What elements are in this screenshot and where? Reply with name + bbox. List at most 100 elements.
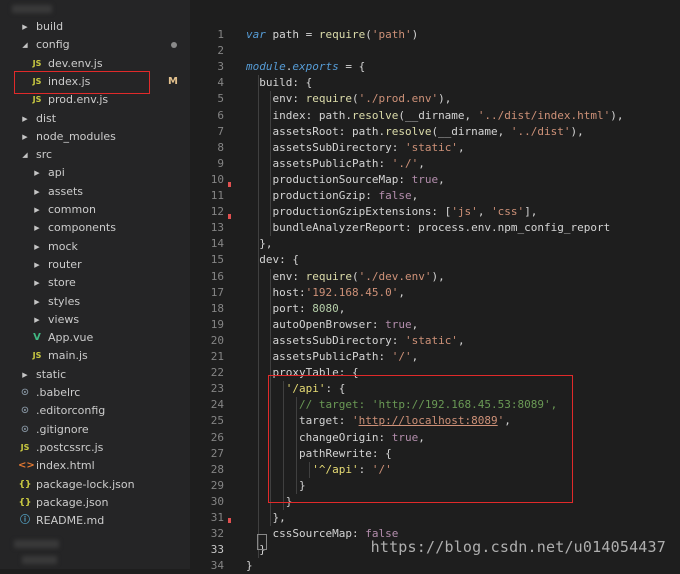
tree-item-dev-env-js[interactable]: JS dev.env.js: [0, 55, 190, 73]
line-number: 10: [210, 172, 224, 186]
code-token: ),: [438, 92, 452, 106]
tree-item-build[interactable]: ▶ build: [0, 18, 190, 36]
code-token: '192.168.45.0': [305, 285, 399, 299]
json-file-icon: {}: [18, 497, 32, 508]
tree-item-editorconfig[interactable]: ⊙ .editorconfig: [0, 402, 190, 420]
chevron-right-icon[interactable]: ▶: [32, 201, 42, 219]
chevron-right-icon[interactable]: ▶: [20, 128, 30, 146]
line-number: 4: [217, 76, 224, 90]
code-token: (__dirname,: [431, 124, 511, 138]
tree-item-config[interactable]: ◢ config: [0, 36, 190, 54]
cursor-bracket-match: [257, 534, 267, 550]
chevron-right-icon[interactable]: ▶: [32, 183, 42, 201]
tree-item-app-vue[interactable]: V App.vue: [0, 329, 190, 347]
chevron-right-icon[interactable]: ▶: [32, 274, 42, 292]
chevron-down-icon[interactable]: ◢: [20, 36, 30, 54]
code-line[interactable]: env: require('./prod.env'),: [246, 91, 451, 107]
chevron-right-icon[interactable]: ▶: [32, 293, 42, 311]
tree-item-dist[interactable]: ▶ dist: [0, 110, 190, 128]
tree-item-static[interactable]: ▶ static: [0, 366, 190, 384]
line-number: 8: [217, 140, 224, 154]
tree-item-assets[interactable]: ▶ assets: [0, 183, 190, 201]
code-line[interactable]: build: {: [246, 75, 312, 91]
code-token: port:: [246, 301, 313, 315]
tree-item-prod-env-js[interactable]: JS prod.env.js: [0, 91, 190, 109]
tree-item-views[interactable]: ▶ views: [0, 311, 190, 329]
code-token: ,: [457, 140, 465, 154]
line-number: 28: [210, 462, 224, 476]
tree-item-index-html[interactable]: <> index.html: [0, 457, 190, 475]
chevron-right-icon[interactable]: ▶: [32, 238, 42, 256]
code-line[interactable]: },: [246, 236, 273, 252]
code-line[interactable]: var path = require('path'): [246, 27, 418, 43]
line-number: 16: [210, 269, 224, 283]
code-line[interactable]: assetsSubDirectory: 'static',: [246, 140, 465, 156]
code-token: 8080: [312, 301, 339, 315]
code-line[interactable]: env: require('./dev.env'),: [246, 269, 444, 285]
tree-item-styles[interactable]: ▶ styles: [0, 293, 190, 311]
error-marker: [228, 214, 231, 219]
chevron-right-icon[interactable]: ▶: [32, 164, 42, 182]
code-line[interactable]: assetsRoot: path.resolve(__dirname, '../…: [246, 124, 583, 140]
line-number: 2: [217, 44, 224, 58]
tree-item-store[interactable]: ▶ store: [0, 274, 190, 292]
tree-item-main-js[interactable]: JS main.js: [0, 347, 190, 365]
tree-item-node-modules[interactable]: ▶ node_modules: [0, 128, 190, 146]
code-line[interactable]: },: [246, 510, 285, 526]
code-line[interactable]: autoOpenBrowser: true,: [246, 317, 418, 333]
tree-item-src[interactable]: ◢ src: [0, 146, 190, 164]
tree-item-babelrc[interactable]: ⊙ .babelrc: [0, 384, 190, 402]
code-line[interactable]: dev: {: [246, 252, 299, 268]
code-token: },: [246, 237, 273, 251]
line-number: 23: [210, 382, 224, 396]
tree-item-package-json[interactable]: {} package.json: [0, 494, 190, 512]
code-line[interactable]: }: [246, 558, 253, 574]
code-line[interactable]: index: path.resolve(__dirname, '../dist/…: [246, 108, 623, 124]
tree-item-gitignore[interactable]: ⊙ .gitignore: [0, 421, 190, 439]
tree-item-common[interactable]: ▶ common: [0, 201, 190, 219]
code-line[interactable]: productionSourceMap: true,: [246, 172, 444, 188]
code-line[interactable]: port: 8080,: [246, 301, 345, 317]
code-token: '../dist/index.html': [477, 108, 611, 122]
chevron-right-icon[interactable]: ▶: [32, 219, 42, 237]
tree-item-readme-md[interactable]: ⓘ README.md: [0, 512, 190, 530]
code-line[interactable]: productionGzipExtensions: ['js', 'css'],: [246, 204, 537, 220]
code-line[interactable]: productionGzip: false,: [246, 188, 418, 204]
tree-item-postcssrc-js[interactable]: JS .postcssrc.js: [0, 439, 190, 457]
dot-file-icon: ⊙: [20, 405, 30, 417]
code-token: ,: [398, 285, 405, 299]
js-file-icon: JS: [32, 95, 42, 105]
code-line[interactable]: module.exports = {: [246, 59, 365, 75]
code-token: './prod.env': [358, 92, 439, 106]
tree-item-label: index.html: [36, 459, 95, 473]
code-token: ,: [411, 317, 419, 331]
chevron-down-icon[interactable]: ◢: [20, 146, 30, 164]
chevron-right-icon[interactable]: ▶: [32, 311, 42, 329]
line-number: 9: [217, 156, 224, 170]
tree-item-components[interactable]: ▶ components: [0, 219, 190, 237]
tree-item-label: dist: [36, 111, 57, 125]
line-number: 29: [210, 478, 224, 492]
tree-item-package-lock-json[interactable]: {} package-lock.json: [0, 476, 190, 494]
chevron-right-icon[interactable]: ▶: [20, 18, 30, 36]
js-file-icon: JS: [32, 351, 42, 361]
chevron-right-icon[interactable]: ▶: [32, 256, 42, 274]
line-number: 32: [210, 527, 224, 541]
tree-item-mock[interactable]: ▶ mock: [0, 238, 190, 256]
code-line[interactable]: bundleAnalyzerReport: process.env.npm_co…: [246, 220, 610, 236]
code-line[interactable]: assetsPublicPath: './',: [246, 156, 424, 172]
code-line[interactable]: assetsSubDirectory: 'static',: [246, 333, 464, 349]
line-number: 30: [210, 494, 224, 508]
tree-item-api[interactable]: ▶ api: [0, 164, 190, 182]
tree-item-label: assets: [48, 184, 84, 198]
tree-item-router[interactable]: ▶ router: [0, 256, 190, 274]
tree-item-index-js[interactable]: JS index.js M: [0, 73, 190, 91]
code-token: './': [391, 156, 419, 170]
chevron-right-icon[interactable]: ▶: [20, 110, 30, 128]
code-line[interactable]: assetsPublicPath: '/',: [246, 349, 418, 365]
chevron-right-icon[interactable]: ▶: [20, 366, 30, 384]
code-token: './dev.env': [358, 269, 432, 283]
tree-item-label: .gitignore: [36, 422, 89, 436]
code-token: path =: [265, 28, 319, 41]
line-number: 33: [210, 543, 224, 557]
